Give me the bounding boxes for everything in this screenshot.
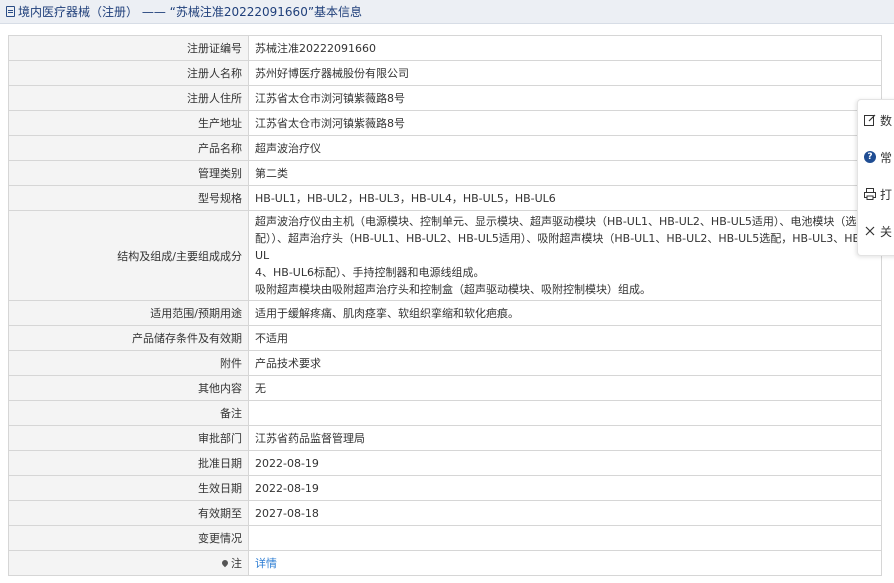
- row-value: 不适用: [248, 325, 882, 351]
- floater-item-print[interactable]: 打: [864, 183, 894, 205]
- floater-item-label: 常: [880, 150, 893, 165]
- composition-line: 配））、超声治疗头（HB-UL1、HB-UL2、HB-UL5适用）、吸附超声模块…: [255, 232, 865, 262]
- row-label: 其他内容: [8, 375, 249, 401]
- row-label: 管理类别: [8, 160, 249, 186]
- page-title: 境内医疗器械（注册） —— “苏械注准20222091660”基本信息: [18, 5, 363, 19]
- table-row: 适用范围/预期用途 适用于缓解疼痛、肌肉痉挛、软组织挛缩和软化疤痕。: [8, 300, 882, 326]
- row-value: [248, 400, 882, 426]
- table-row: 生产地址 江苏省太仓市浏河镇紫薇路8号: [8, 110, 882, 136]
- note-label: 注: [231, 557, 242, 570]
- row-value: 江苏省药品监督管理局: [248, 425, 882, 451]
- table-row: 生效日期 2022-08-19: [8, 475, 882, 501]
- row-label: 生效日期: [8, 475, 249, 501]
- row-label: 注册人住所: [8, 85, 249, 111]
- row-value: 适用于缓解疼痛、肌肉痉挛、软组织挛缩和软化疤痕。: [248, 300, 882, 326]
- row-value: 无: [248, 375, 882, 401]
- pin-icon: [220, 558, 230, 568]
- row-label: 产品储存条件及有效期: [8, 325, 249, 351]
- row-label: 批准日期: [8, 450, 249, 476]
- edit-icon: [864, 114, 876, 126]
- table-row: 批准日期 2022-08-19: [8, 450, 882, 476]
- table-row: 注册人住所 江苏省太仓市浏河镇紫薇路8号: [8, 85, 882, 111]
- close-icon: [865, 226, 875, 236]
- document-icon: [6, 6, 15, 17]
- print-icon: [864, 188, 876, 200]
- floater-item-label: 关: [880, 224, 893, 239]
- composition-line: 吸附超声模块由吸附超声治疗头和控制盒（超声驱动模块、吸附控制模块）组成。: [255, 283, 651, 296]
- table-row: 注 详情: [8, 550, 882, 576]
- details-link[interactable]: 详情: [255, 557, 277, 570]
- row-label: 生产地址: [8, 110, 249, 136]
- table-row: 产品储存条件及有效期 不适用: [8, 325, 882, 351]
- row-value: 超声波治疗仪: [248, 135, 882, 161]
- floater-item-data[interactable]: 数: [864, 109, 894, 131]
- floating-toolbar: 数 ? 常 打 关: [857, 99, 894, 256]
- floater-item-label: 数: [880, 113, 893, 128]
- row-value: 江苏省太仓市浏河镇紫薇路8号: [248, 110, 882, 136]
- table-row: 产品名称 超声波治疗仪: [8, 135, 882, 161]
- row-label: 附件: [8, 350, 249, 376]
- row-value: 苏械注准20222091660: [248, 35, 882, 61]
- row-value: 2027-08-18: [248, 500, 882, 526]
- table-row: 备注: [8, 400, 882, 426]
- page-header: 境内医疗器械（注册） —— “苏械注准20222091660”基本信息: [0, 0, 894, 24]
- row-label: 结构及组成/主要组成成分: [8, 210, 249, 301]
- row-value: 详情: [248, 550, 882, 576]
- table-row: 附件 产品技术要求: [8, 350, 882, 376]
- table-row: 审批部门 江苏省药品监督管理局: [8, 425, 882, 451]
- row-label: 审批部门: [8, 425, 249, 451]
- table-row: 管理类别 第二类: [8, 160, 882, 186]
- row-value: 2022-08-19: [248, 475, 882, 501]
- table-row: 有效期至 2027-08-18: [8, 500, 882, 526]
- table-row: 其他内容无: [8, 375, 882, 401]
- composition-line: 超声波治疗仪由主机（电源模块、控制单元、显示模块、超声驱动模块（HB-UL1、H…: [255, 215, 857, 228]
- help-icon: ?: [864, 151, 876, 163]
- info-table: 注册证编号 苏械注准20222091660 注册人名称 苏州好博医疗器械股份有限公司…: [8, 35, 882, 576]
- table-row: 型号规格 HB-UL1，HB-UL2，HB-UL3，HB-UL4，HB-UL5，H…: [8, 185, 882, 211]
- row-value: [248, 525, 882, 551]
- row-value: 2022-08-19: [248, 450, 882, 476]
- row-label: 注: [8, 550, 249, 576]
- row-value: 江苏省太仓市浏河镇紫薇路8号: [248, 85, 882, 111]
- floater-item-help[interactable]: ? 常: [864, 146, 894, 168]
- floater-item-close[interactable]: 关: [864, 220, 894, 242]
- row-value: 第二类: [248, 160, 882, 186]
- row-value: 苏州好博医疗器械股份有限公司: [248, 60, 882, 86]
- row-value: 产品技术要求: [248, 350, 882, 376]
- row-label: 注册人名称: [8, 60, 249, 86]
- table-row: 变更情况: [8, 525, 882, 551]
- table-row: 注册证编号 苏械注准20222091660: [8, 35, 882, 61]
- row-label: 产品名称: [8, 135, 249, 161]
- table-row: 结构及组成/主要组成成分 超声波治疗仪由主机（电源模块、控制单元、显示模块、超声…: [8, 210, 882, 301]
- row-label: 有效期至: [8, 500, 249, 526]
- table-row: 注册人名称 苏州好博医疗器械股份有限公司: [8, 60, 882, 86]
- row-value: 超声波治疗仪由主机（电源模块、控制单元、显示模块、超声驱动模块（HB-UL1、H…: [248, 210, 882, 301]
- composition-line: 4、HB-UL6标配）、手持控制器和电源线组成。: [255, 266, 485, 279]
- row-label: 备注: [8, 400, 249, 426]
- row-value: HB-UL1，HB-UL2，HB-UL3，HB-UL4，HB-UL5，HB-UL…: [248, 185, 882, 211]
- row-label: 变更情况: [8, 525, 249, 551]
- floater-item-label: 打: [880, 187, 893, 202]
- row-label: 注册证编号: [8, 35, 249, 61]
- row-label: 适用范围/预期用途: [8, 300, 249, 326]
- row-label: 型号规格: [8, 185, 249, 211]
